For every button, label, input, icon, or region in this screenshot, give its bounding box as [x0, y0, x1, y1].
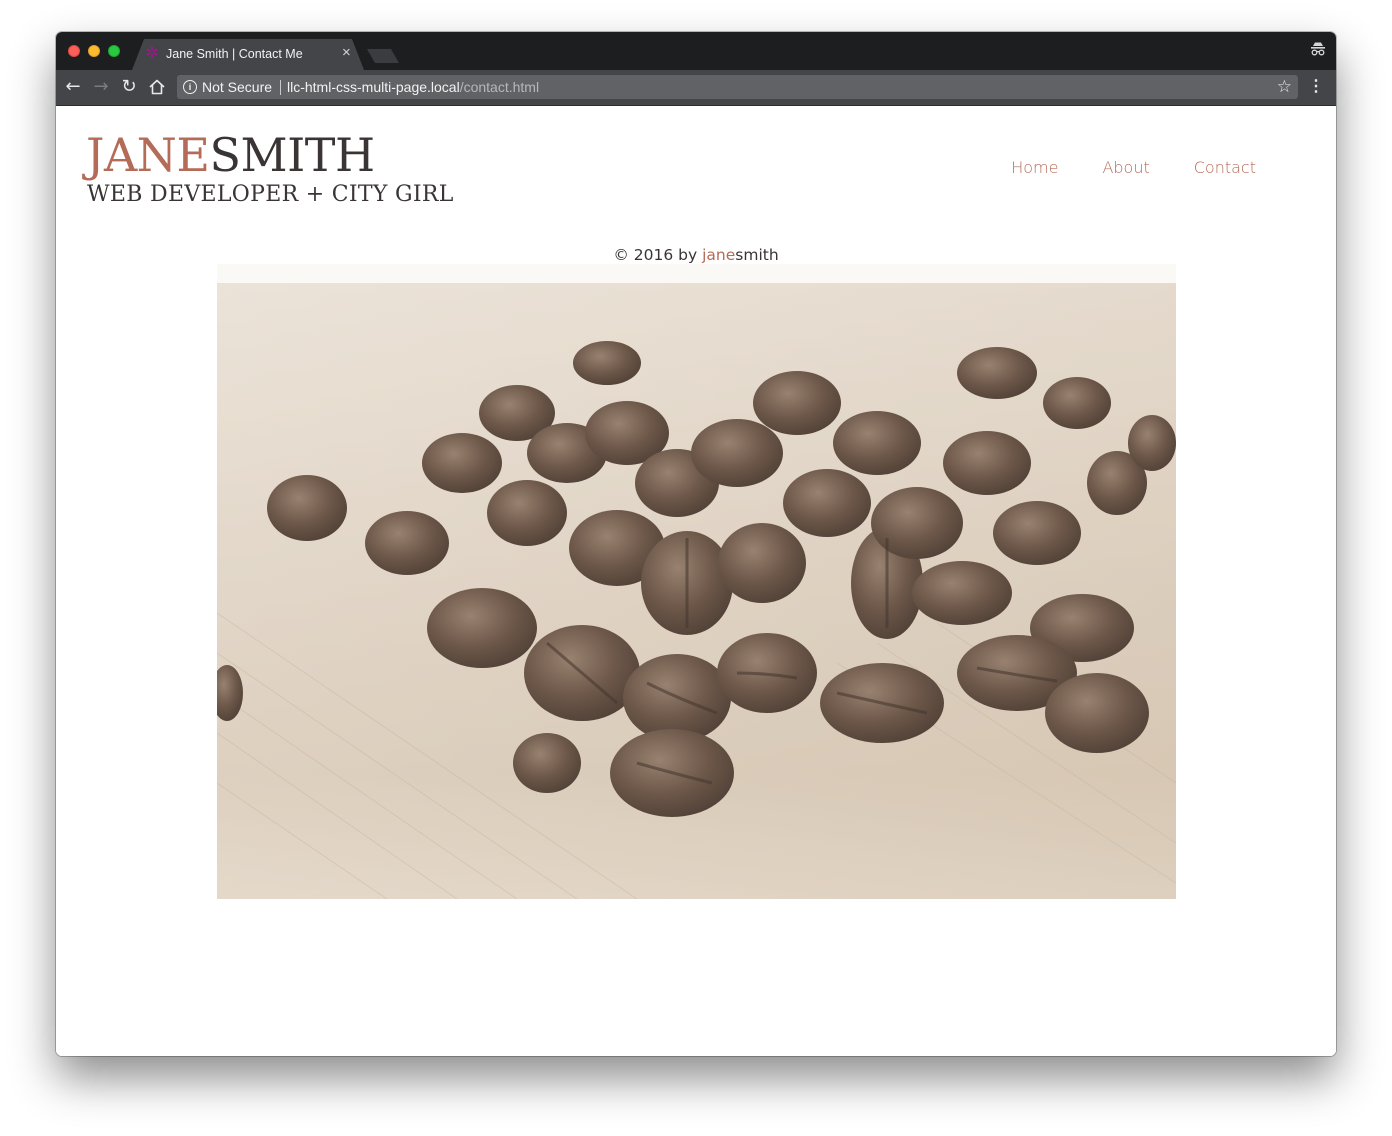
address-bar[interactable]: i Not Secure llc-html-css-multi-page.loc…	[177, 75, 1298, 99]
star-icon[interactable]: ☆	[1277, 77, 1292, 97]
site-logo[interactable]: JANESMITH	[86, 130, 375, 180]
url-text[interactable]: llc-html-css-multi-page.local/contact.ht…	[287, 79, 539, 95]
info-icon[interactable]: i	[183, 80, 197, 94]
logo-last-name: SMITH	[209, 128, 376, 182]
browser-toolbar: ← → ↻ i Not Secure llc-html-css-multi-pa…	[56, 70, 1336, 106]
url-host: llc-html-css-multi-page.local	[287, 79, 460, 95]
tab-strip: ✲ Jane Smith | Contact Me ×	[56, 32, 1336, 70]
reload-icon[interactable]: ↻	[118, 76, 140, 98]
close-window-button[interactable]	[68, 45, 80, 57]
tab-close-icon[interactable]: ×	[342, 45, 351, 61]
minimize-window-button[interactable]	[88, 45, 100, 57]
logo-first-name: JANE	[86, 128, 210, 182]
site-footer: © 2016 by janesmith	[56, 246, 1336, 264]
footer-name-last: smith	[735, 246, 779, 264]
tab-title: Jane Smith | Contact Me	[166, 47, 303, 61]
incognito-icon	[1310, 41, 1326, 62]
site-tagline: WEB DEVELOPER + CITY GIRL	[87, 182, 454, 207]
browser-window: ✲ Jane Smith | Contact Me × ← → ↻ i Not …	[56, 32, 1336, 1056]
forward-arrow-icon[interactable]: →	[90, 76, 112, 98]
nav-link-about[interactable]: About	[1102, 158, 1149, 177]
coffee-beans-photo	[217, 283, 1176, 899]
nav-link-contact[interactable]: Contact	[1194, 158, 1256, 177]
site-nav: Home About Contact	[1011, 158, 1256, 177]
security-label[interactable]: Not Secure	[202, 79, 272, 95]
new-tab-button[interactable]	[367, 49, 399, 63]
back-arrow-icon[interactable]: ←	[62, 76, 84, 98]
favicon-icon: ✲	[145, 45, 159, 62]
page-content: JANESMITH WEB DEVELOPER + CITY GIRL Home…	[56, 106, 1336, 1056]
home-icon[interactable]	[146, 76, 168, 98]
url-path: /contact.html	[459, 79, 540, 95]
url-separator	[280, 80, 281, 95]
footer-name-first: jane	[702, 246, 736, 264]
maximize-window-button[interactable]	[108, 45, 120, 57]
footer-copyright: © 2016 by	[613, 246, 703, 264]
browser-tab-active[interactable]: ✲ Jane Smith | Contact Me ×	[132, 39, 364, 70]
nav-link-home[interactable]: Home	[1011, 158, 1058, 177]
hero-top-band	[217, 264, 1176, 283]
hero-image	[217, 264, 1176, 899]
menu-icon[interactable]: ⋮	[1308, 77, 1324, 97]
